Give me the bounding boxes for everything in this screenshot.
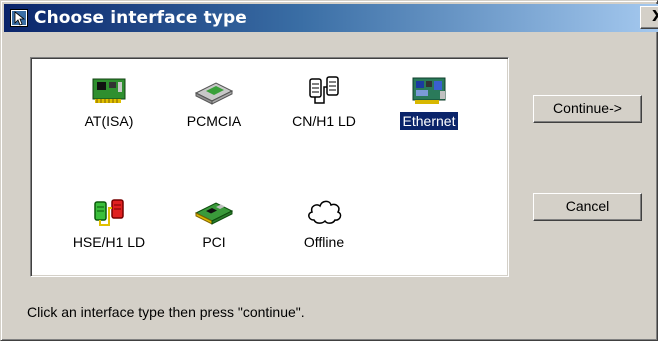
interface-item-at-isa[interactable]: AT(ISA) [54, 73, 164, 130]
continue-button[interactable]: Continue-> [533, 95, 642, 123]
interface-item-offline[interactable]: Offline [269, 194, 379, 251]
interface-item-hse-h1-ld[interactable]: HSE/H1 LD [54, 194, 164, 251]
ethernet-card-icon [412, 77, 446, 104]
interface-label: Ethernet [398, 111, 460, 131]
interface-label: Offline [303, 234, 345, 250]
dialog-window: Choose interface type X AT(ISA) PCMCIA C… [0, 0, 658, 341]
interface-label: PCI [202, 234, 226, 250]
interface-item-ethernet[interactable]: Ethernet [374, 73, 484, 131]
pci-card-icon [194, 202, 234, 225]
cancel-button[interactable]: Cancel [533, 193, 642, 221]
isa-card-icon [92, 78, 126, 103]
interface-list[interactable]: AT(ISA) PCMCIA CN/H1 LD Ethernet HSE/H1 … [30, 57, 509, 277]
linking-device-icon [309, 76, 339, 104]
hse-linking-device-icon [94, 199, 124, 226]
interface-item-pci[interactable]: PCI [159, 194, 269, 251]
interface-label: PCMCIA [186, 113, 242, 129]
interface-item-pcmcia[interactable]: PCMCIA [159, 73, 269, 130]
app-icon [10, 9, 28, 27]
title-bar[interactable]: Choose interface type X [4, 4, 658, 32]
close-button[interactable]: X [640, 6, 658, 29]
cloud-icon [308, 200, 342, 224]
pcmcia-card-icon [194, 82, 234, 105]
interface-label: CN/H1 LD [292, 113, 356, 129]
interface-item-cn-h1-ld[interactable]: CN/H1 LD [269, 73, 379, 130]
status-text: Click an interface type then press "cont… [27, 304, 305, 320]
interface-label: HSE/H1 LD [72, 234, 146, 250]
interface-label: AT(ISA) [84, 113, 134, 129]
window-title: Choose interface type [34, 8, 247, 28]
